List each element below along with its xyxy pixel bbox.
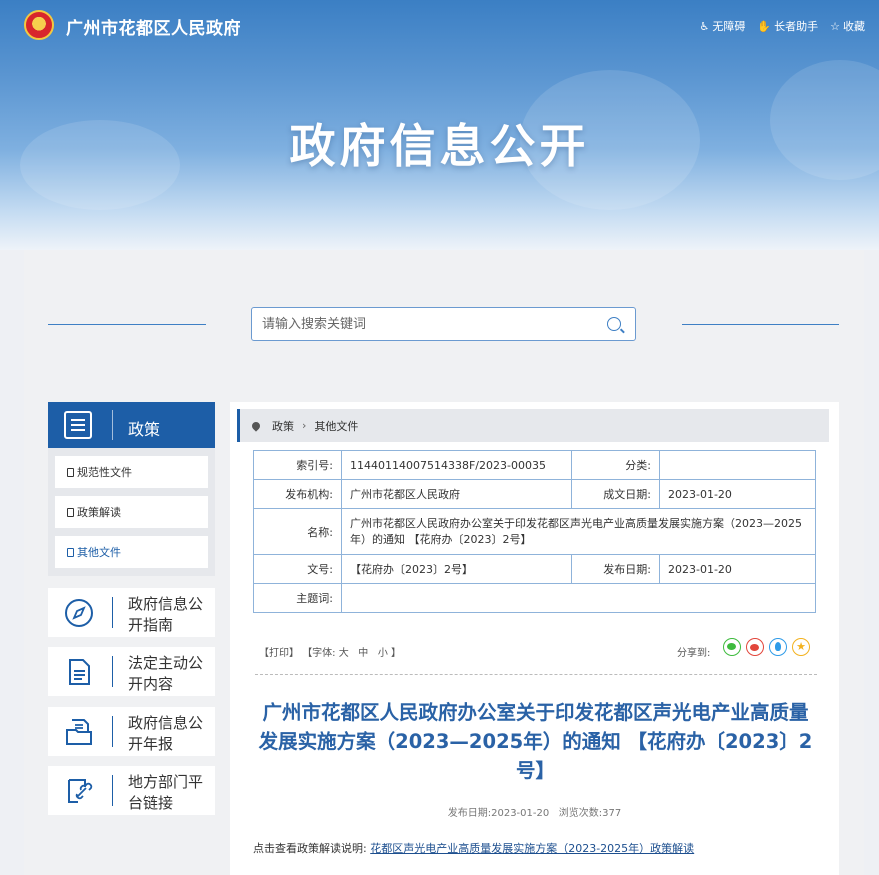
sidebar-item-label: 政府信息公开年报 [128,714,204,753]
accessibility-link[interactable]: ♿ 无障碍 [700,18,746,34]
meta-key: 分类: [571,450,660,480]
accessibility-icon: ♿ [699,19,710,33]
sidebar-item-statutory[interactable]: 法定主动公开内容 [48,647,215,696]
document-icon [67,547,74,557]
meta-name-value: 广州市花都区人民政府办公室关于印发花都区声光电产业高质量发展实施方案（2023—… [341,508,816,555]
meta-key: 发布日期: [571,554,660,584]
meta-docno-value: 【花府办〔2023〕2号】 [341,554,572,584]
wechat-icon[interactable] [723,638,741,656]
meta-key: 文号: [253,554,342,584]
weibo-icon[interactable] [746,638,764,656]
meta-key: 名称: [253,508,342,555]
policy-book-icon [64,411,92,439]
folder-report-icon [66,719,92,745]
policy-prefix: 点击查看政策解读说明: [253,842,367,855]
sidebar-heading-label: 政策 [128,420,161,439]
sidebar-item-divider [112,716,113,747]
font-size-label: 【字体: [302,648,336,659]
national-emblem-icon [24,10,54,40]
divider-dashed [255,674,817,675]
breadcrumb: 政策 › 其他文件 [237,409,829,442]
search-box [251,307,636,341]
header-banner: 广州市花都区人民政府 ♿ 无障碍 ✋ 长者助手 ☆ 收藏 政府信息公开 [0,0,879,250]
document-icon [67,507,74,517]
qzone-icon[interactable]: ★ [792,638,810,656]
link-icon [68,779,93,803]
elder-helper-link[interactable]: ✋ 长者助手 [757,18,818,34]
meta-key: 主题词: [253,583,342,613]
site-title[interactable]: 广州市花都区人民政府 [66,14,241,39]
sidebar-item-platform-links[interactable]: 地方部门平台链接 [48,766,215,815]
search-divider-left [48,324,206,325]
sidebar-subitem-regulatory[interactable]: 规范性文件 [55,456,208,488]
font-small-button[interactable]: 小 [378,648,388,659]
sidebar-heading-divider [112,410,113,440]
compass-icon [65,599,93,627]
breadcrumb-item-other[interactable]: 其他文件 [314,418,358,434]
publish-info: 发布日期:2023-01-20 浏览次数:377 [230,804,839,819]
meta-key: 成文日期: [571,479,660,509]
main-panel: 政策 规范性文件 政策解读 其他文件 政府信息公开指南 法定主动公开内容 政府信… [24,250,864,875]
meta-key: 索引号: [253,450,342,480]
document-list-icon [69,659,90,685]
star-icon: ☆ [830,19,840,33]
breadcrumb-item-policy[interactable]: 政策 [272,418,294,434]
sidebar-subitem-other[interactable]: 其他文件 [55,536,208,568]
sidebar-heading-policy[interactable]: 政策 [48,402,215,448]
sidebar-item-annual-report[interactable]: 政府信息公开年报 [48,707,215,756]
hero-title: 政府信息公开 [289,119,590,173]
publish-date: 2023-01-20 [491,808,550,819]
sidebar-subitem-interpretation[interactable]: 政策解读 [55,496,208,528]
meta-key: 发布机构: [253,479,342,509]
search-input[interactable] [262,308,592,340]
document-title: 广州市花都区人民政府办公室关于印发花都区声光电产业高质量发展实施方案（2023—… [258,701,813,782]
share-label: 分享到: [677,648,711,659]
font-medium-button[interactable]: 中 [358,648,368,659]
sidebar-item-divider [112,775,113,806]
top-bar: 广州市花都区人民政府 ♿ 无障碍 ✋ 长者助手 ☆ 收藏 [0,0,879,52]
chevron-right-icon: › [302,419,307,432]
sidebar-item-divider [112,656,113,687]
document-meta-table: 索引号: 11440114007514338F/2023-00035 分类: 发… [253,450,816,613]
meta-category-value [659,450,816,480]
policy-interpretation-link[interactable]: 花都区声光电产业高质量发展实施方案（2023-2025年）政策解读 [370,842,694,855]
views-count: 377 [602,808,622,819]
font-large-button[interactable]: 大 [339,648,349,659]
meta-publisher-value: 广州市花都区人民政府 [341,479,572,509]
policy-interpretation-line: 点击查看政策解读说明: 花都区声光电产业高质量发展实施方案（2023-2025年… [253,840,694,856]
search-icon[interactable] [607,317,621,331]
qq-icon[interactable] [769,638,787,656]
meta-created-value: 2023-01-20 [659,479,816,509]
meta-keywords-value [341,583,816,613]
top-links: ♿ 无障碍 ✋ 长者助手 ☆ 收藏 [700,18,865,34]
sidebar-item-guide[interactable]: 政府信息公开指南 [48,588,215,637]
sidebar-item-label: 法定主动公开内容 [128,654,204,693]
print-button[interactable]: 【打印】 [259,648,299,659]
views-label: 浏览次数: [558,808,603,819]
sidebar-item-divider [112,597,113,628]
sidebar-item-label: 政府信息公开指南 [128,595,204,634]
content-area: 政策 › 其他文件 索引号: 11440114007514338F/2023-0… [230,402,839,875]
sidebar-item-label: 地方部门平台链接 [128,773,204,812]
location-pin-icon [250,419,262,432]
publish-date-label: 发布日期: [447,808,492,819]
favorite-link[interactable]: ☆ 收藏 [830,18,865,34]
sidebar-submenu: 规范性文件 政策解读 其他文件 [48,448,215,576]
document-icon [67,467,74,477]
elder-helper-icon: ✋ [757,19,772,33]
meta-index-value: 11440114007514338F/2023-00035 [341,450,572,480]
font-size-close: 】 [391,648,402,659]
article-tools: 【打印】 【字体: 大 中 小 】 [259,644,401,659]
search-divider-right [682,324,839,325]
meta-published-value: 2023-01-20 [659,554,816,584]
